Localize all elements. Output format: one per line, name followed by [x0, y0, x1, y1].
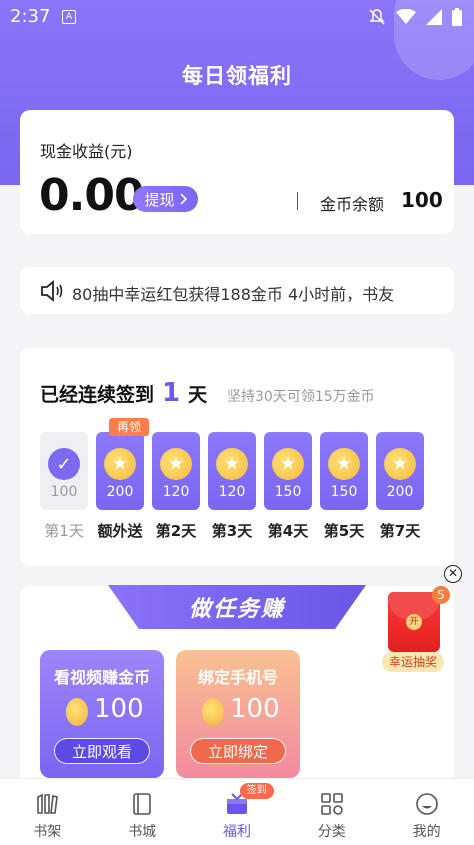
withdraw-label: 提现: [144, 190, 175, 209]
envelope-seal: 开: [406, 614, 422, 630]
day-3-box[interactable]: ★ 120: [208, 432, 256, 510]
signal-icon: [426, 9, 442, 25]
day-label: 第3天: [211, 522, 253, 540]
tab-profile[interactable]: 我的: [379, 779, 474, 845]
task-title: 看视频赚金币: [53, 668, 150, 687]
coin-balance-value: 100: [401, 188, 443, 212]
tab-welfare[interactable]: 签到 福利: [190, 779, 285, 845]
again-badge: 再领: [109, 418, 149, 436]
day-label: 第4天: [267, 522, 309, 540]
chevron-right-icon: [179, 193, 187, 205]
day-label: 第1天: [44, 522, 84, 540]
battery-icon: [452, 8, 462, 26]
marquee-text: 80抽中幸运红包获得188金币 4小时前，书友: [72, 285, 395, 304]
day-amount: 150: [274, 484, 302, 500]
checkin-days-count: 1: [162, 378, 181, 408]
tab-label: 我的: [412, 824, 441, 840]
bind-now-button[interactable]: 立即绑定: [190, 738, 286, 764]
checkin-badge: 签到: [239, 783, 274, 799]
checkin-prefix: 已经连续签到: [40, 384, 155, 406]
page-title: 每日领福利: [182, 64, 292, 88]
profile-icon: [415, 793, 438, 815]
checkin-hint: 坚持30天可领15万金币: [227, 389, 375, 405]
day-1-box[interactable]: ✓ 100: [40, 432, 88, 510]
extra-bonus-box[interactable]: ★ 200: [96, 432, 144, 510]
tab-label: 福利: [222, 824, 251, 840]
tab-label: 书架: [33, 824, 62, 840]
withdraw-button[interactable]: 提现: [133, 186, 198, 212]
day-amount: 120: [162, 484, 190, 500]
coin-star-icon: ★: [328, 448, 360, 480]
coin-balance-label: 金币余额: [320, 195, 385, 214]
day-label: 额外送: [97, 522, 143, 540]
status-icons: [368, 8, 462, 26]
tab-category[interactable]: 分类: [284, 779, 379, 845]
day-label: 第5天: [323, 522, 365, 540]
mute-icon: [369, 9, 385, 25]
day-4-box[interactable]: ★ 150: [264, 432, 312, 510]
task-reward: 100: [94, 694, 144, 724]
cash-amount: 0.00: [39, 170, 145, 221]
task-banner: 做任务赚: [108, 585, 366, 629]
day-label: 第2天: [155, 522, 197, 540]
tab-label: 书城: [128, 824, 157, 840]
day-amount: 200: [386, 484, 414, 500]
watch-now-button[interactable]: 立即观看: [54, 738, 150, 764]
category-icon: [320, 793, 343, 815]
coin-star-icon: ★: [104, 448, 136, 480]
lucky-draw-label: 幸运抽奖: [382, 652, 444, 672]
tab-bookshelf[interactable]: 书架: [0, 779, 95, 845]
checkin-title: 已经连续签到 1 天: [40, 378, 207, 408]
checkin-suffix: 天: [188, 384, 208, 406]
task-title: 绑定手机号: [197, 668, 278, 687]
close-icon[interactable]: ✕: [444, 565, 462, 583]
cash-card: 现金收益(元) 0.00 提现 金币余额 100: [20, 110, 454, 234]
coin-star-icon: ★: [272, 448, 304, 480]
wifi-icon: [396, 9, 416, 24]
day-amount: 200: [106, 484, 134, 500]
watch-video-task[interactable]: 看视频赚金币 100 立即观看: [40, 650, 164, 778]
day-amount: 150: [330, 484, 358, 500]
app-notification-icon: A: [62, 10, 76, 24]
task-reward: 100: [230, 694, 280, 724]
status-bar: 2:37 A: [0, 0, 474, 36]
day-2-box[interactable]: ★ 120: [152, 432, 200, 510]
cash-label: 现金收益(元): [40, 142, 133, 161]
status-time: 2:37: [10, 6, 51, 27]
bookshelf-icon: [37, 793, 59, 814]
day-label: 第7天: [379, 522, 421, 540]
divider: [297, 192, 298, 210]
bottom-tab-bar: 书架 书城 签到 福利 分类 我的: [0, 778, 474, 845]
lucky-count-badge: 5: [432, 586, 450, 604]
day-5-box[interactable]: ★ 150: [320, 432, 368, 510]
coin-star-icon: ★: [160, 448, 192, 480]
day-7-box[interactable]: ★ 200: [376, 432, 424, 510]
day-amount: 120: [218, 484, 246, 500]
announcement-marquee[interactable]: 80抽中幸运红包获得188金币 4小时前，书友: [20, 267, 454, 314]
checkin-card: 已经连续签到 1 天 坚持30天可领15万金币 ✓ 100 第1天 ★ 200 …: [20, 348, 454, 566]
day-amount: 100: [50, 484, 78, 500]
coin-star-icon: ★: [216, 448, 248, 480]
speaker-icon: [41, 280, 63, 302]
tab-bookstore[interactable]: 书城: [95, 779, 190, 845]
bind-phone-task[interactable]: 绑定手机号 100 立即绑定: [176, 650, 300, 778]
coin-pile-icon: ★: [384, 448, 416, 480]
coin-icon: [202, 698, 224, 726]
tab-label: 分类: [317, 824, 346, 840]
book-icon: [133, 793, 151, 815]
checkmark-icon: ✓: [48, 448, 80, 480]
lucky-draw-button[interactable]: 开 5 幸运抽奖: [382, 586, 450, 672]
coin-icon: [66, 698, 88, 726]
